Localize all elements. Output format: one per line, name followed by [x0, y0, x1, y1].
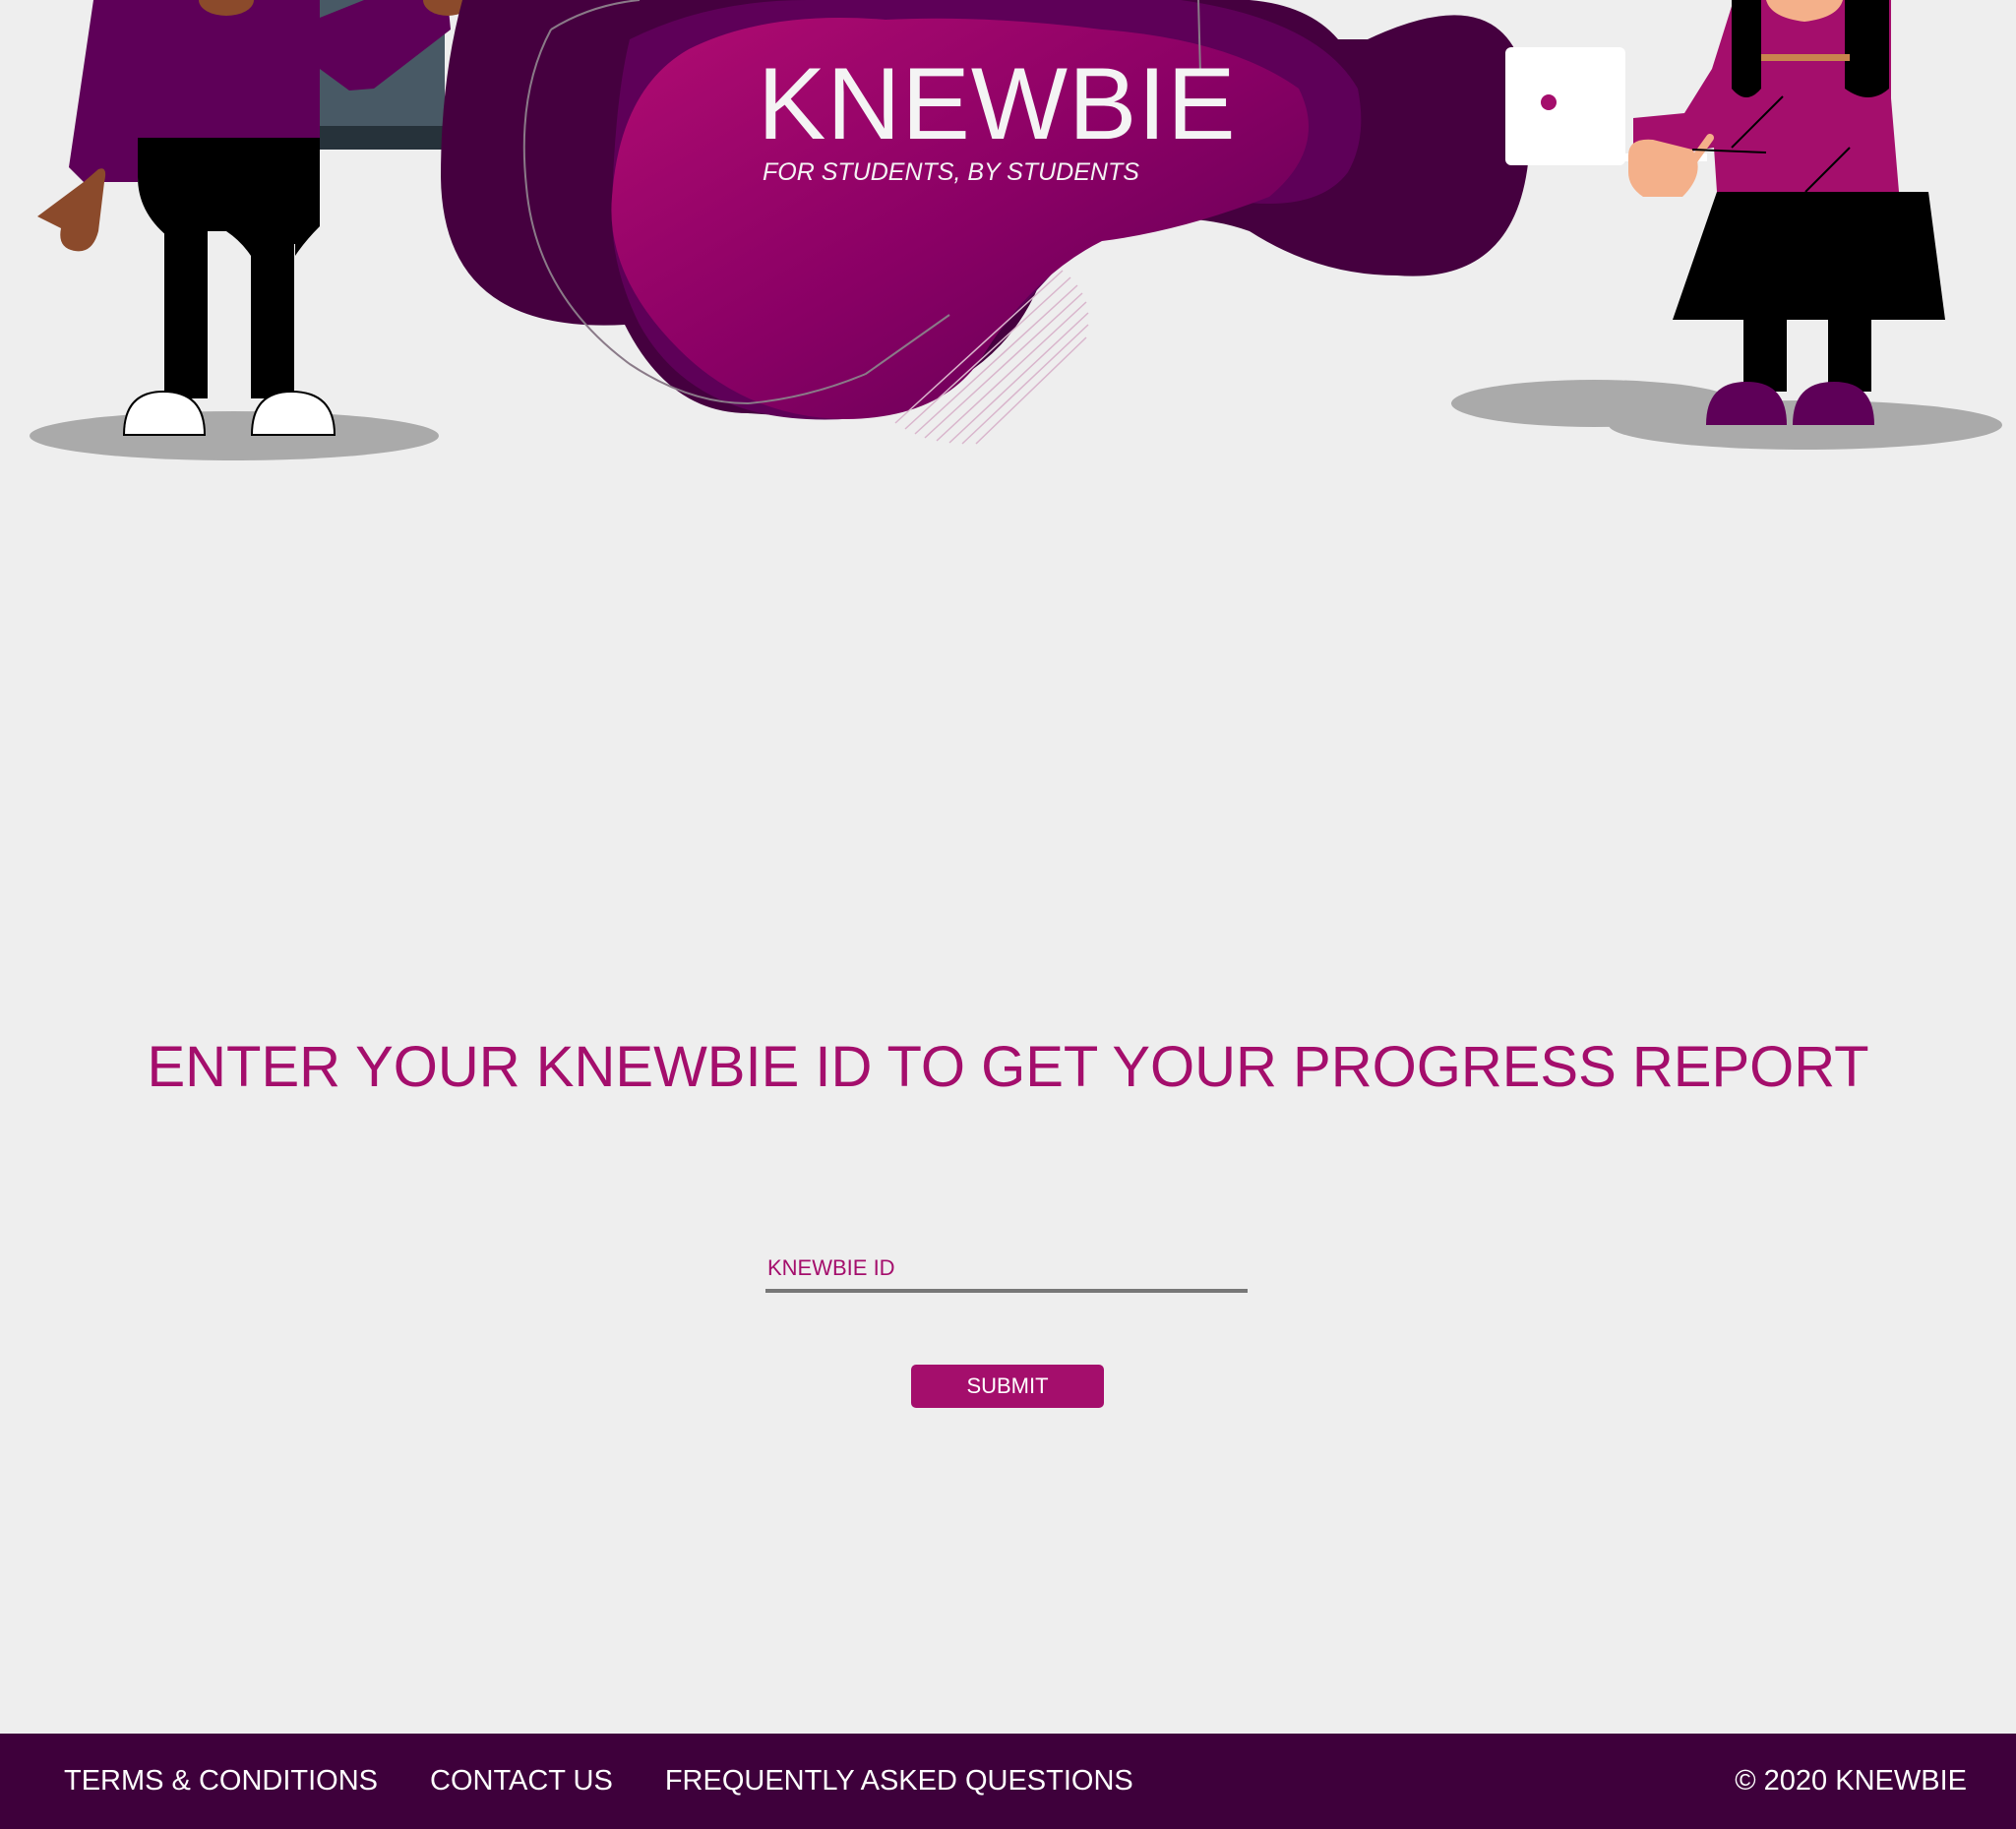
student-girl-illustration — [1451, 0, 2002, 450]
submit-button[interactable]: SUBMIT — [911, 1365, 1104, 1408]
student-boy-illustration — [30, 0, 472, 460]
footer-nav: TERMS & CONDITIONS CONTACT US FREQUENTLY… — [64, 1734, 1133, 1829]
page-heading: ENTER YOUR KNEWBIE ID TO GET YOUR PROGRE… — [147, 1035, 1869, 1099]
footer: TERMS & CONDITIONS CONTACT US FREQUENTLY… — [0, 1734, 2016, 1829]
footer-link-terms[interactable]: TERMS & CONDITIONS — [64, 1765, 378, 1798]
footer-link-contact[interactable]: CONTACT US — [430, 1765, 613, 1798]
copyright-text: © 2020 KNEWBIE — [1735, 1765, 1967, 1797]
knewbie-id-field — [765, 1248, 1248, 1297]
knewbie-id-input[interactable] — [765, 1248, 1248, 1293]
footer-link-faq[interactable]: FREQUENTLY ASKED QUESTIONS — [665, 1765, 1133, 1798]
hero-banner: KNEWBIE FOR STUDENTS, BY STUDENTS — [0, 0, 2016, 462]
brand-tagline: FOR STUDENTS, BY STUDENTS — [763, 158, 1139, 186]
brand-title: KNEWBIE — [758, 47, 1237, 161]
